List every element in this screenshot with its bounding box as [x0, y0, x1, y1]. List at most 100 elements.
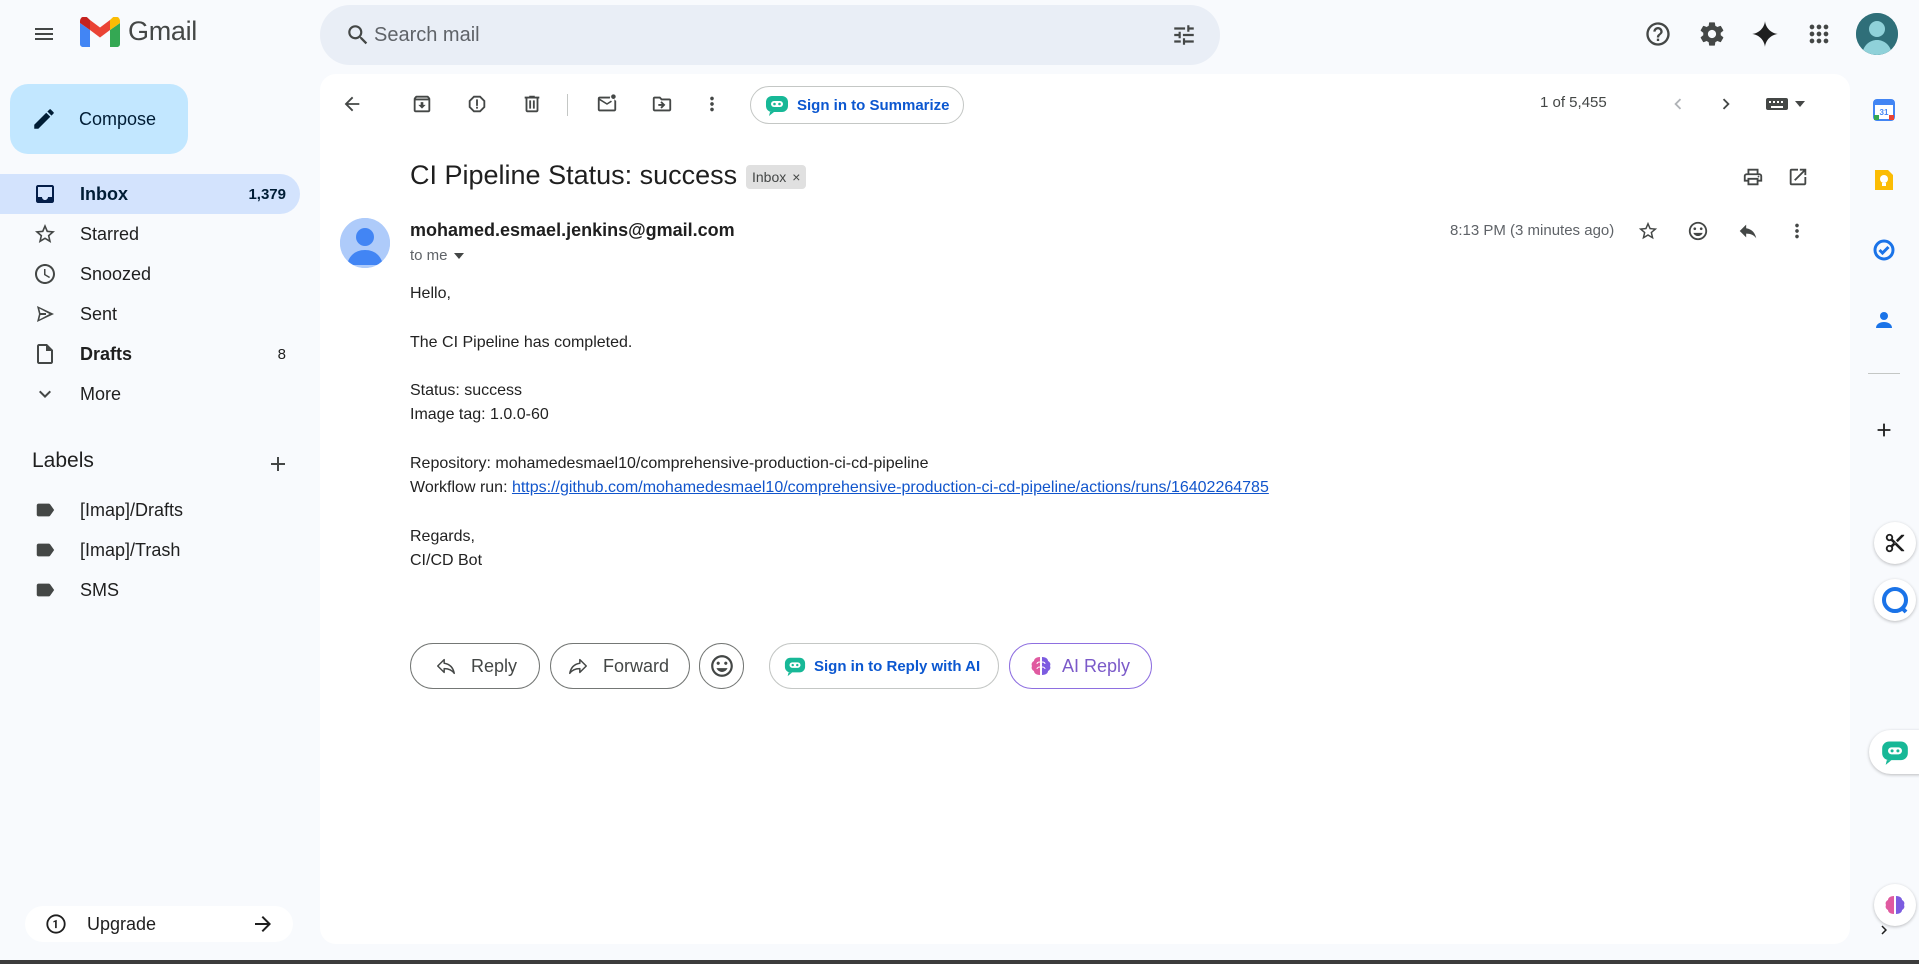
reply-pill-button[interactable]: Reply — [410, 643, 540, 689]
google-apps-button[interactable] — [1795, 10, 1843, 58]
report-spam-icon — [468, 95, 486, 113]
summarize-label: Sign in to Summarize — [797, 96, 950, 114]
search-options-button[interactable] — [1164, 15, 1204, 55]
file-icon — [37, 344, 53, 364]
label-name: [Imap]/Drafts — [80, 499, 184, 520]
star-button[interactable] — [1628, 211, 1668, 251]
sidebar-item-label: Starred — [80, 223, 140, 244]
ai-assistant-button[interactable] — [1869, 730, 1919, 774]
label-item-imap-trash[interactable]: [Imap]/Trash — [0, 530, 300, 570]
chevron-right-icon — [1722, 98, 1730, 110]
main-menu-button[interactable] — [20, 10, 68, 58]
tasks-app-button[interactable] — [1864, 230, 1904, 270]
more-actions-button[interactable] — [692, 84, 732, 124]
upgrade-button[interactable]: Upgrade — [25, 906, 293, 942]
delete-button[interactable] — [512, 84, 552, 124]
older-button[interactable] — [1706, 84, 1746, 124]
label-item-sms[interactable]: SMS — [0, 570, 300, 610]
sender-email[interactable]: mohamed.esmael.jenkins@gmail.com — [410, 220, 735, 241]
sidebar-item-label: Inbox — [80, 183, 128, 204]
open-in-new-window-button[interactable] — [1778, 157, 1818, 197]
sidebar-item-snoozed[interactable]: Snoozed — [0, 254, 300, 294]
ai-signin-label: Sign in to Reply with AI — [814, 657, 981, 675]
send-icon — [37, 306, 54, 322]
ai-reply-button[interactable]: AI Reply — [1009, 643, 1152, 689]
body-line: The CI Pipeline has completed. — [410, 333, 633, 351]
recipients-details-button[interactable]: to me — [410, 247, 464, 264]
body-status: Status: success — [410, 382, 523, 400]
reply-label: Reply — [471, 655, 518, 676]
body-signature: CI/CD Bot — [410, 552, 483, 570]
create-label-button[interactable] — [258, 444, 298, 484]
more-vert-icon — [710, 96, 714, 112]
back-button[interactable] — [332, 84, 372, 124]
contacts-icon — [1876, 312, 1892, 328]
sidebar-item-inbox[interactable]: Inbox 1,379 — [0, 174, 300, 214]
workflow-link[interactable]: https://github.com/mohamedesmael10/compr… — [512, 479, 1269, 496]
toolbar-divider — [567, 94, 568, 116]
compose-button[interactable]: Compose — [10, 84, 188, 154]
plus-icon — [271, 457, 285, 471]
sidebar-item-drafts[interactable]: Drafts 8 — [0, 334, 300, 374]
chat-bubble-icon — [1882, 587, 1908, 614]
keep-app-button[interactable] — [1864, 160, 1904, 200]
bot-icon — [1882, 741, 1908, 765]
sender-avatar — [340, 218, 390, 268]
body-workflow-run: Workflow run: https://github.com/mohamed… — [410, 476, 1269, 500]
emoji-icon — [710, 655, 733, 677]
move-to-button[interactable] — [642, 84, 682, 124]
gmail-logo-icon — [80, 16, 120, 47]
labels-heading: Labels — [32, 449, 94, 472]
gemini-icon — [1752, 21, 1778, 47]
sign-in-to-reply-with-ai-button[interactable]: Sign in to Reply with AI — [769, 643, 999, 689]
message-more-button[interactable] — [1777, 211, 1817, 251]
newer-button[interactable] — [1658, 84, 1698, 124]
menu-icon — [35, 28, 53, 40]
report-spam-button[interactable] — [457, 84, 497, 124]
bot-icon — [766, 96, 788, 116]
add-reaction-button[interactable] — [1678, 211, 1718, 251]
rail-divider — [1868, 373, 1900, 374]
search-icon — [348, 25, 368, 45]
mark-unread-button[interactable] — [587, 84, 627, 124]
gemini-button[interactable] — [1741, 10, 1789, 58]
reply-button[interactable] — [1728, 211, 1768, 251]
compose-label: Compose — [79, 108, 157, 129]
drafts-count: 8 — [277, 345, 286, 363]
expand-side-panel-button[interactable] — [1868, 910, 1900, 950]
chat-assistant-button[interactable] — [1874, 579, 1916, 621]
person-icon — [340, 218, 390, 268]
sidebar-item-starred[interactable]: Starred — [0, 214, 300, 254]
archive-button[interactable] — [402, 84, 442, 124]
emoji-reaction-button[interactable] — [699, 643, 744, 689]
remove-label-button[interactable]: × — [792, 169, 800, 185]
move-to-icon — [652, 96, 672, 112]
keep-icon — [1875, 170, 1893, 190]
apps-icon — [1809, 24, 1829, 44]
sign-in-to-summarize-button[interactable]: Sign in to Summarize — [750, 86, 964, 124]
search-bar[interactable] — [320, 5, 1220, 65]
contacts-app-button[interactable] — [1864, 300, 1904, 340]
scissors-icon — [1885, 533, 1905, 553]
settings-button[interactable] — [1688, 10, 1736, 58]
search-input[interactable] — [374, 17, 1134, 53]
account-avatar[interactable] — [1856, 13, 1898, 55]
calendar-app-button[interactable]: 31 — [1864, 90, 1904, 130]
sidebar-item-label: More — [80, 383, 122, 404]
screenshot-tool-button[interactable] — [1874, 522, 1916, 564]
bot-icon — [784, 657, 806, 677]
body-repository: Repository: mohamedesmael10/comprehensiv… — [410, 455, 929, 473]
sidebar-item-sent[interactable]: Sent — [0, 294, 300, 334]
help-button[interactable] — [1634, 10, 1682, 58]
trash-icon — [524, 95, 540, 113]
sidebar-item-more[interactable]: More — [0, 374, 300, 414]
reply-icon — [1739, 224, 1757, 239]
get-addons-button[interactable] — [1864, 410, 1904, 450]
forward-pill-button[interactable]: Forward — [550, 643, 690, 689]
input-tools-button[interactable] — [1755, 86, 1815, 122]
label-item-imap-drafts[interactable]: [Imap]/Drafts — [0, 490, 300, 530]
gmail-logo[interactable]: Gmail — [80, 16, 197, 47]
more-vert-icon — [1795, 223, 1799, 239]
print-all-button[interactable] — [1733, 157, 1773, 197]
mark-unread-icon — [597, 94, 617, 112]
